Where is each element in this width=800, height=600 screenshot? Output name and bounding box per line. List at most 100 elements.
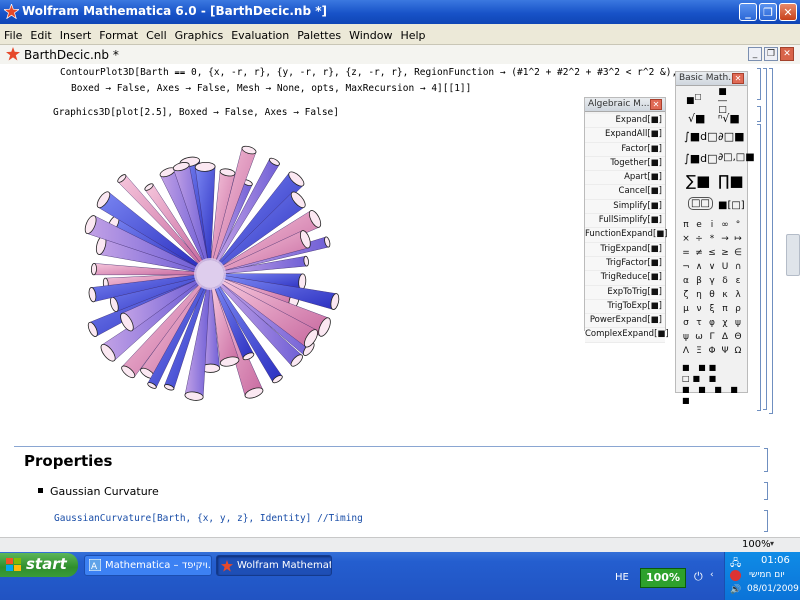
group-bracket[interactable] [769, 68, 773, 414]
palette-function-button[interactable]: PowerExpand[■] [585, 314, 665, 329]
palette-symbol-button[interactable]: ψ [680, 330, 692, 344]
palette-symbol-button[interactable]: ν [693, 302, 705, 316]
palette-function-button[interactable]: Cancel[■] [585, 185, 665, 200]
definite-integral-template-button[interactable]: ∫■d□ [684, 152, 718, 165]
close-button[interactable]: ✕ [779, 3, 797, 21]
input-line-graphics3d[interactable]: Graphics3D[plot[2.5], Boxed → False, Axe… [53, 107, 339, 118]
start-button[interactable]: start [0, 553, 78, 577]
palette-symbol-button[interactable]: ψ [732, 316, 744, 330]
palette-symbol-button[interactable]: i [706, 218, 718, 232]
basic-math-palette[interactable]: Basic Math... ✕ ■□ ■ ― □ √■ ⁿ√■ ∫■d□ ∂□■ ∫… [675, 71, 755, 405]
section-title[interactable]: Properties [24, 452, 112, 470]
vertical-scrollbar-thumb[interactable] [786, 234, 800, 276]
palette-symbol-button[interactable]: → [719, 232, 731, 246]
notebook-restore-button[interactable]: ❐ [764, 47, 778, 61]
barth-decic-surface-graphic[interactable] [70, 134, 350, 414]
palette-symbol-button[interactable]: λ [732, 288, 744, 302]
palette-function-button[interactable]: TrigFactor[■] [585, 256, 665, 272]
menu-window[interactable]: Window [345, 26, 396, 46]
palette-function-button[interactable]: TrigReduce[■] [585, 271, 665, 286]
minimize-button[interactable]: _ [739, 3, 757, 21]
palette-symbol-button[interactable]: = [680, 246, 692, 260]
palette-symbol-button[interactable]: ≠ [693, 246, 705, 260]
palette-symbol-button[interactable]: Γ [706, 330, 718, 344]
algebraic-manipulation-palette[interactable]: Algebraic M... ✕ Expand[■] ExpandAll[■] Fa… [584, 97, 669, 343]
palette-symbol-button[interactable]: τ [693, 316, 705, 330]
menu-insert[interactable]: Insert [56, 26, 96, 46]
palette-symbol-button[interactable]: ∧ [693, 260, 705, 274]
palette-symbol-button[interactable]: δ [719, 274, 731, 288]
bracket-template-buttons[interactable]: ■ ■■ □■ ■ ■ ■ ■ ■ ■ [682, 362, 742, 406]
menu-file[interactable]: File [0, 26, 26, 46]
palette-symbol-button[interactable]: ° [732, 218, 744, 232]
palette-symbol-button[interactable]: σ [680, 316, 692, 330]
palette-symbol-button[interactable]: * [706, 232, 718, 246]
partial-derivative-template-button[interactable]: ∂□,□■ [718, 152, 755, 163]
cell-bracket[interactable] [757, 124, 761, 411]
palette-function-button[interactable]: Factor[■] [585, 142, 665, 157]
fraction-template-button[interactable]: ■ ― □ [718, 88, 727, 115]
matrix-template-button[interactable]: □□ [688, 197, 713, 210]
palette-symbol-button[interactable]: Ω [732, 344, 744, 358]
zoom-level[interactable]: 100% [742, 539, 771, 550]
palette-symbol-button[interactable]: ω [693, 330, 705, 344]
palette-function-button[interactable]: TrigExpand[■] [585, 242, 665, 257]
palette-function-button[interactable]: FunctionExpand[■] [585, 228, 668, 243]
palette-symbol-button[interactable]: ξ [706, 302, 718, 316]
security-alert-icon[interactable] [730, 570, 741, 581]
integral-template-button[interactable]: ∫■d□ [684, 130, 718, 143]
palette-symbol-button[interactable]: ∞ [719, 218, 731, 232]
palette-symbol-button[interactable]: γ [706, 274, 718, 288]
palette-symbol-button[interactable]: ÷ [693, 232, 705, 246]
palette-symbol-button[interactable]: α [680, 274, 692, 288]
product-template-button[interactable]: ∏■ [718, 172, 744, 190]
menu-edit[interactable]: Edit [26, 26, 55, 46]
notebook-title-bar[interactable]: BarthDecic.nb * _ ❐ ✕ [0, 45, 800, 65]
input-line-curvature[interactable]: GaussianCurvature[Barth, {x, y, z}, Iden… [54, 513, 363, 524]
notebook-minimize-button[interactable]: _ [748, 47, 762, 61]
input-line-options[interactable]: Boxed → False, Axes → False, Mesh → None… [71, 83, 471, 94]
palette-symbol-button[interactable]: β [693, 274, 705, 288]
palette-function-button[interactable]: Apart[■] [585, 171, 665, 186]
palette-function-button[interactable]: ComplexExpand[■] [585, 328, 669, 343]
nth-root-template-button[interactable]: ⁿ√■ [718, 112, 740, 125]
palette-function-button[interactable]: Together[■] [585, 156, 665, 172]
sqrt-template-button[interactable]: √■ [688, 112, 705, 125]
palette-close-icon[interactable]: ✕ [650, 99, 662, 110]
menu-format[interactable]: Format [95, 26, 142, 46]
menu-cell[interactable]: Cell [142, 26, 171, 46]
palette-function-button[interactable]: Expand[■] [585, 114, 665, 129]
menu-palettes[interactable]: Palettes [293, 26, 345, 46]
palette-symbol-button[interactable]: ζ [680, 288, 692, 302]
palette-symbol-button[interactable]: ¬ [680, 260, 692, 274]
palette-function-button[interactable]: ExpandAll[■] [585, 128, 665, 143]
palette-symbol-button[interactable]: ≤ [706, 246, 718, 260]
palette-function-button[interactable]: Simplify[■] [585, 199, 665, 215]
zoom-dropdown-icon[interactable]: ▾ [770, 539, 774, 548]
palette-symbol-button[interactable]: × [680, 232, 692, 246]
language-indicator[interactable]: HE [615, 572, 629, 583]
maximize-button[interactable]: ❐ [759, 3, 777, 21]
taskbar-task-mathematica[interactable]: Wolfram Mathematica... [216, 555, 332, 576]
palette-symbol-button[interactable]: θ [706, 288, 718, 302]
menu-help[interactable]: Help [396, 26, 429, 46]
notebook-close-button[interactable]: ✕ [780, 47, 794, 61]
taskbar-task-wikipedia[interactable]: Mathematica – ויקיפד... A [84, 555, 212, 576]
palette-symbol-button[interactable]: ∩ [732, 260, 744, 274]
palette-function-button[interactable]: ExpToTrig[■] [585, 285, 665, 300]
volume-icon[interactable]: 🔊 [730, 585, 741, 595]
cell-bracket[interactable] [764, 482, 768, 500]
palette-symbol-button[interactable]: μ [680, 302, 692, 316]
palette-symbol-button[interactable]: ε [732, 274, 744, 288]
subsection-title[interactable]: Gaussian Curvature [50, 485, 159, 498]
palette-symbol-button[interactable]: Λ [680, 344, 692, 358]
input-line-contourplot[interactable]: ContourPlot3D[Barth ⩵ 0, {x, -r, r}, {y,… [60, 67, 677, 78]
palette-symbol-button[interactable]: π [680, 218, 692, 232]
sum-template-button[interactable]: ∑■ [686, 172, 710, 190]
cell-bracket[interactable] [764, 510, 768, 532]
palette-symbol-button[interactable]: ↦ [732, 232, 744, 246]
menu-graphics[interactable]: Graphics [171, 26, 228, 46]
derivative-template-button[interactable]: ∂□■ [718, 130, 744, 143]
palette-symbol-button[interactable]: U [719, 260, 731, 274]
palette-symbol-button[interactable]: χ [719, 316, 731, 330]
